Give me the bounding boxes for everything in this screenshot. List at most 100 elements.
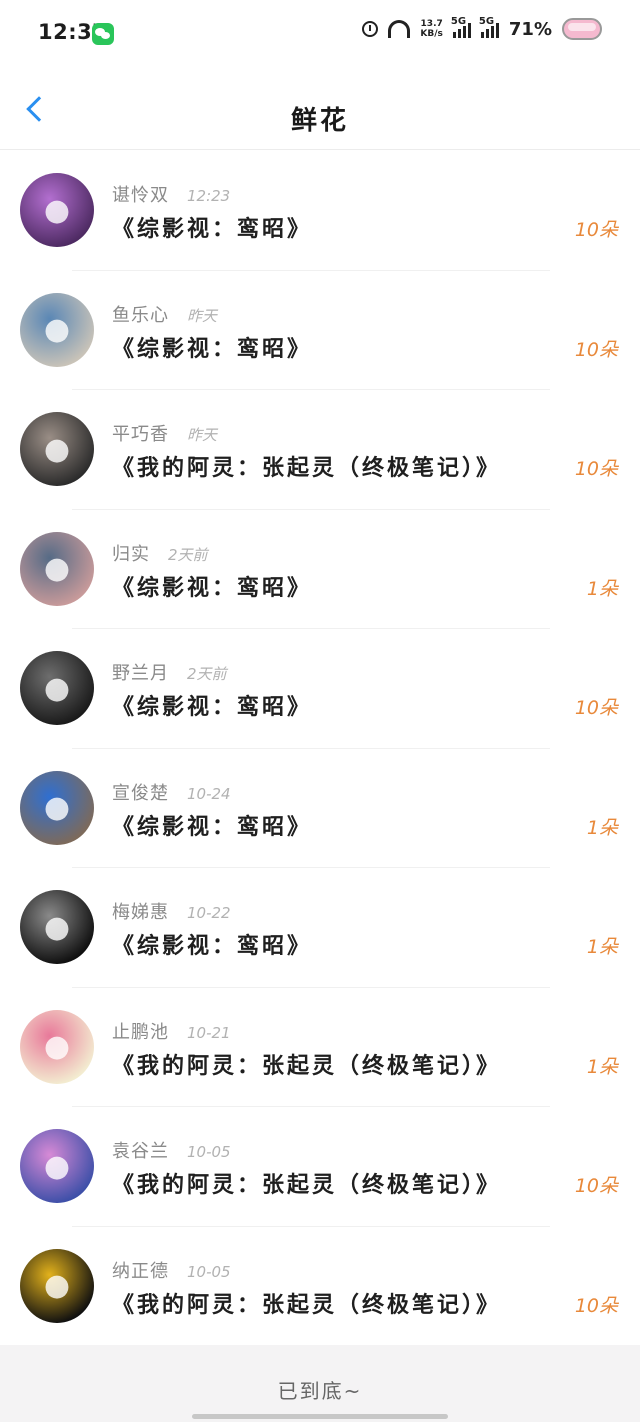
name-line: 纳正德 10-05 xyxy=(112,1257,231,1283)
flower-count: 1朵 xyxy=(586,577,618,600)
name-line: 谌怜双 12:23 xyxy=(112,181,230,207)
avatar[interactable]: ● xyxy=(20,1009,94,1084)
list-item[interactable]: ● 鱼乐心 昨天 《综影视：鸾昭》 10朵 xyxy=(0,271,640,390)
list-item[interactable]: ● 宣俊楚 10-24 《综影视：鸾昭》 1朵 xyxy=(0,749,640,868)
list-item[interactable]: ● 止鹏池 10-21 《我的阿灵：张起灵（终极笔记）》 1朵 xyxy=(0,988,640,1107)
book-title[interactable]: 《综影视：鸾昭》 xyxy=(112,689,312,721)
flower-count: 10朵 xyxy=(574,219,618,241)
name-line: 宣俊楚 10-24 xyxy=(112,779,231,805)
user-name: 止鹏池 xyxy=(112,1021,169,1043)
alarm-icon xyxy=(362,21,379,37)
avatar[interactable]: ● xyxy=(20,1129,94,1203)
name-line: 梅娣惠 10-22 xyxy=(112,898,231,924)
list-item[interactable]: ● 野兰月 2天前 《综影视：鸾昭》 10朵 xyxy=(0,629,640,749)
user-name: 纳正德 xyxy=(112,1260,169,1282)
status-bar: 12:37 13.7 KB/s 5G 5G 71% xyxy=(0,0,640,70)
flower-count: 10朵 xyxy=(574,697,618,719)
avatar-5-icon: ● xyxy=(43,790,71,825)
avatar[interactable]: ● xyxy=(20,173,94,247)
wechat-icon xyxy=(92,23,114,45)
book-title[interactable]: 《我的阿灵：张起灵（终极笔记）》 xyxy=(112,1048,501,1080)
name-line: 归实 2天前 xyxy=(112,540,208,566)
flower-count: 10朵 xyxy=(574,458,618,480)
avatar[interactable]: ● xyxy=(20,770,94,845)
timestamp: 10-21 xyxy=(187,1023,231,1042)
avatar[interactable]: ● xyxy=(20,292,94,367)
signal-icon-sim2: 5G xyxy=(479,16,499,38)
avatar-9-icon: ● xyxy=(43,1268,71,1303)
avatar-8-icon: ● xyxy=(43,1148,71,1184)
timestamp: 2天前 xyxy=(187,665,227,683)
timestamp: 2天前 xyxy=(168,545,208,564)
book-title[interactable]: 《我的阿灵：张起灵（终极笔记）》 xyxy=(112,1167,501,1199)
name-line: 袁谷兰 10-05 xyxy=(112,1137,231,1163)
book-title[interactable]: 《综影视：鸾昭》 xyxy=(112,331,312,363)
network-speed-unit: KB/s xyxy=(420,29,443,39)
book-title[interactable]: 《综影视：鸾昭》 xyxy=(112,809,312,841)
avatar[interactable]: ● xyxy=(20,890,94,964)
timestamp: 10-22 xyxy=(187,904,231,922)
avatar-6-icon: ● xyxy=(43,909,71,945)
avatar[interactable]: ● xyxy=(20,1248,94,1323)
book-title[interactable]: 《我的阿灵：张起灵（终极笔记）》 xyxy=(112,1287,501,1319)
name-line: 鱼乐心 昨天 xyxy=(112,301,217,327)
user-name: 平巧香 xyxy=(112,424,169,445)
speedometer-icon xyxy=(388,20,411,38)
sim1-label: 5G xyxy=(450,16,467,27)
signal-icon-sim1: 5G xyxy=(451,16,471,38)
book-title[interactable]: 《综影视：鸾昭》 xyxy=(112,928,312,960)
book-title[interactable]: 《综影视：鸾昭》 xyxy=(112,570,312,602)
flower-count: 10朵 xyxy=(574,1294,618,1317)
home-indicator[interactable] xyxy=(192,1414,448,1419)
network-speed-value: 13.7 xyxy=(420,19,443,29)
avatar-4-icon: ● xyxy=(43,670,71,706)
flower-count: 1朵 xyxy=(586,816,618,839)
list-item[interactable]: ● 归实 2天前 《综影视：鸾昭》 1朵 xyxy=(0,510,640,629)
list-item[interactable]: ● 袁谷兰 10-05 《我的阿灵：张起灵（终极笔记）》 10朵 xyxy=(0,1107,640,1227)
book-title[interactable]: 《我的阿灵：张起灵（终极笔记）》 xyxy=(112,450,501,482)
user-name: 谌怜双 xyxy=(112,185,169,206)
network-speed: 13.7 KB/s xyxy=(420,19,442,39)
avatar-0-icon: ● xyxy=(43,192,71,228)
name-line: 平巧香 昨天 xyxy=(112,420,217,446)
list-footer: 已到底~ xyxy=(0,1345,640,1422)
timestamp: 10-05 xyxy=(187,1262,231,1281)
timestamp: 昨天 xyxy=(187,306,218,325)
list-item[interactable]: ● 谌怜双 12:23 《综影视：鸾昭》 10朵 xyxy=(0,151,640,271)
list-item[interactable]: ● 梅娣惠 10-22 《综影视：鸾昭》 1朵 xyxy=(0,868,640,988)
timestamp: 昨天 xyxy=(187,426,218,444)
flower-count: 1朵 xyxy=(586,1055,618,1078)
user-name: 袁谷兰 xyxy=(112,1141,169,1162)
avatar-1-icon: ● xyxy=(43,312,71,347)
avatar-3-icon: ● xyxy=(43,551,71,586)
name-line: 野兰月 2天前 xyxy=(112,659,227,685)
avatar[interactable]: ● xyxy=(20,531,94,606)
battery-icon xyxy=(562,18,602,40)
user-name: 归实 xyxy=(112,543,150,565)
avatar[interactable]: ● xyxy=(20,651,94,725)
flower-list: ● 谌怜双 12:23 《综影视：鸾昭》 10朵 ● 鱼乐心 昨天 《综影视：鸾… xyxy=(0,151,640,1346)
avatar-7-icon: ● xyxy=(43,1029,71,1064)
avatar[interactable]: ● xyxy=(20,412,94,486)
user-name: 野兰月 xyxy=(112,663,169,684)
timestamp: 10-24 xyxy=(187,784,231,803)
timestamp: 10-05 xyxy=(187,1143,231,1161)
user-name: 鱼乐心 xyxy=(112,304,169,326)
list-item[interactable]: ● 纳正德 10-05 《我的阿灵：张起灵（终极笔记）》 10朵 xyxy=(0,1227,640,1346)
flower-count: 10朵 xyxy=(574,338,618,361)
timestamp: 12:23 xyxy=(187,187,231,205)
status-icons: 13.7 KB/s 5G 5G 71% xyxy=(362,16,602,40)
end-of-list-text: 已到底~ xyxy=(277,1379,363,1403)
user-name: 宣俊楚 xyxy=(112,782,169,804)
flower-count: 1朵 xyxy=(586,936,618,958)
list-item[interactable]: ● 平巧香 昨天 《我的阿灵：张起灵（终极笔记）》 10朵 xyxy=(0,390,640,510)
battery-percent: 71% xyxy=(508,18,552,40)
page-title: 鲜花 xyxy=(290,106,349,136)
avatar-2-icon: ● xyxy=(43,431,71,467)
sim2-label: 5G xyxy=(478,16,495,27)
user-name: 梅娣惠 xyxy=(112,902,169,923)
nav-bar: 鲜花 xyxy=(0,70,640,150)
book-title[interactable]: 《综影视：鸾昭》 xyxy=(112,211,312,243)
flower-count: 10朵 xyxy=(574,1175,618,1197)
name-line: 止鹏池 10-21 xyxy=(112,1018,231,1044)
